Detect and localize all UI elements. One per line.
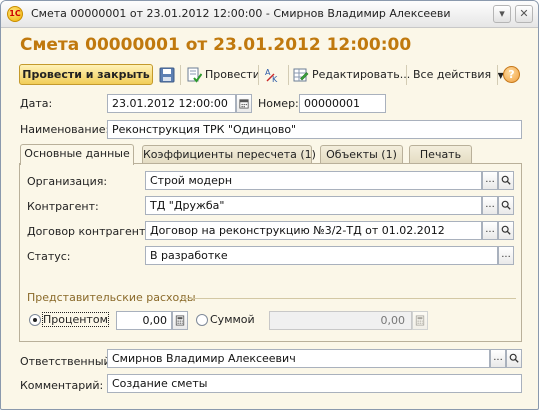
- contractor-open-icon[interactable]: [498, 196, 514, 215]
- page-title: Смета 00000001 от 23.01.2012 12:00:00: [20, 35, 412, 55]
- calculator-icon: [412, 311, 428, 330]
- save-icon[interactable]: [159, 67, 175, 83]
- date-label: Дата:: [20, 97, 53, 110]
- document-window: 1С Смета 00000001 от 23.01.2012 12:00:00…: [0, 0, 539, 410]
- status-label: Статус:: [27, 250, 71, 263]
- tab-main-data[interactable]: Основные данные: [20, 144, 134, 165]
- all-actions-menu[interactable]: Все действия ▼: [413, 68, 504, 81]
- representative-expenses-title: Представительские расходы: [27, 291, 196, 304]
- name-field[interactable]: Реконструкция ТРК "Одинцово": [107, 120, 522, 139]
- contract-field[interactable]: Договор на реконструкцию №3/2-ТД от 01.0…: [145, 221, 482, 240]
- toolbar-separator: [406, 65, 407, 85]
- responsible-open-icon[interactable]: [506, 349, 522, 368]
- sum-radio[interactable]: [196, 314, 208, 326]
- percent-radio-label[interactable]: Процентом: [42, 312, 109, 327]
- date-field[interactable]: 23.01.2012 12:00:00: [107, 94, 236, 113]
- percent-value-field[interactable]: 0,00: [116, 311, 172, 330]
- toolbar-separator: [288, 65, 289, 85]
- comment-label: Комментарий:: [20, 379, 104, 392]
- spellcheck-icon[interactable]: A K: [265, 67, 281, 83]
- responsible-field[interactable]: Смирнов Владимир Алексеевич: [107, 349, 490, 368]
- contract-open-icon[interactable]: [498, 221, 514, 240]
- sum-value-field: 0,00: [269, 311, 412, 330]
- tab-print[interactable]: Печать: [409, 145, 472, 163]
- post-and-close-button[interactable]: Провести и закрыть: [19, 64, 153, 85]
- calculator-icon[interactable]: [172, 311, 188, 330]
- contract-select-button[interactable]: ...: [482, 221, 498, 240]
- contractor-label: Контрагент:: [27, 200, 99, 213]
- number-field[interactable]: 00000001: [299, 94, 386, 113]
- organization-select-button[interactable]: ...: [482, 171, 498, 190]
- status-field[interactable]: В разработке: [145, 246, 498, 265]
- svg-text:K: K: [272, 75, 278, 83]
- help-icon[interactable]: ?: [503, 66, 520, 83]
- edit-button[interactable]: Редактировать...: [312, 68, 410, 81]
- number-label: Номер:: [258, 97, 299, 110]
- status-select-button[interactable]: ...: [498, 246, 514, 265]
- title-bar: 1С Смета 00000001 от 23.01.2012 12:00:00…: [1, 1, 538, 28]
- post-button[interactable]: Провести: [205, 68, 260, 81]
- window-menu-button[interactable]: ▾: [493, 5, 511, 23]
- contract-label: Договор контрагента:: [27, 225, 156, 238]
- responsible-select-button[interactable]: ...: [490, 349, 506, 368]
- percent-radio[interactable]: [29, 314, 41, 326]
- organization-label: Организация:: [27, 175, 108, 188]
- calendar-icon[interactable]: [236, 94, 252, 113]
- toolbar-separator: [180, 65, 181, 85]
- tab-objects[interactable]: Объекты (1): [320, 145, 403, 163]
- post-document-icon: [187, 67, 202, 83]
- contractor-select-button[interactable]: ...: [482, 196, 498, 215]
- edit-table-icon: [293, 68, 309, 82]
- responsible-label: Ответственный:: [20, 355, 115, 368]
- organization-field[interactable]: Строй модерн: [145, 171, 482, 190]
- name-label: Наименование:: [20, 123, 110, 136]
- sum-radio-label[interactable]: Суммой: [210, 313, 255, 326]
- contractor-field[interactable]: ТД "Дружба": [145, 196, 482, 215]
- window-title: Смета 00000001 от 23.01.2012 12:00:00 - …: [31, 7, 451, 20]
- tab-coefficients[interactable]: Коэффициенты пересчета (1): [142, 145, 316, 163]
- svg-text:A: A: [265, 68, 271, 77]
- group-divider: [181, 298, 516, 299]
- app-logo-icon[interactable]: 1С: [7, 6, 23, 22]
- toolbar-separator: [258, 65, 259, 85]
- window-close-button[interactable]: ✕: [515, 5, 533, 23]
- comment-field[interactable]: Создание сметы: [107, 374, 522, 393]
- all-actions-label: Все действия: [413, 68, 492, 81]
- organization-open-icon[interactable]: [498, 171, 514, 190]
- toolbar-separator: [497, 65, 498, 85]
